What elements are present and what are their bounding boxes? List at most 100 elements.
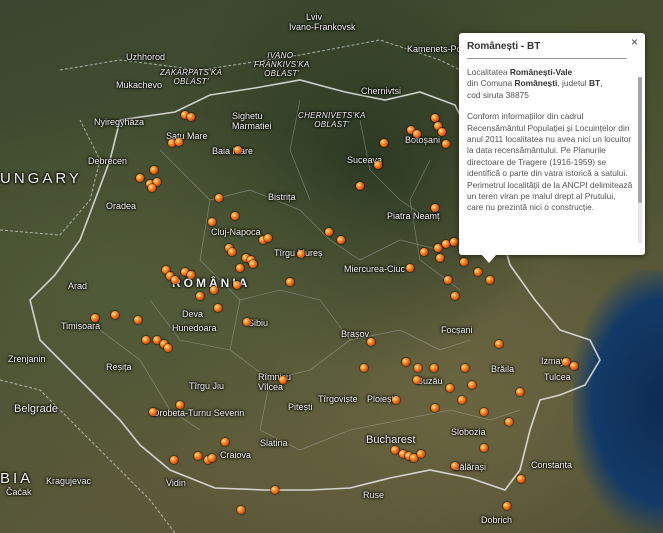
map-marker[interactable] [237,506,245,514]
map-marker[interactable] [420,248,428,256]
map-marker[interactable] [134,316,142,324]
map-marker[interactable] [297,250,305,258]
label-nyiregyhaza: Nyiregyháza [94,117,145,127]
map-marker[interactable] [444,276,452,284]
map-marker[interactable] [495,340,503,348]
map-marker[interactable] [392,396,400,404]
map-marker[interactable] [286,278,294,286]
map-marker[interactable] [431,404,439,412]
map-marker[interactable] [236,264,244,272]
map-marker[interactable] [111,311,119,319]
map-marker[interactable] [503,502,511,510]
map-marker[interactable] [480,408,488,416]
popup-siruta: cod siruta 38875 [467,89,529,100]
map-marker[interactable] [461,364,469,372]
map-marker[interactable] [380,139,388,147]
map-marker[interactable] [325,228,333,236]
map-marker[interactable] [360,364,368,372]
map-marker[interactable] [91,314,99,322]
map-marker[interactable] [228,248,236,256]
map-marker[interactable] [194,452,202,460]
map-marker[interactable] [150,166,158,174]
map-marker[interactable] [431,204,439,212]
map-marker[interactable] [505,418,513,426]
map-marker[interactable] [176,401,184,409]
map-marker[interactable] [279,376,287,384]
map-marker[interactable] [170,456,178,464]
map-marker[interactable] [430,364,438,372]
map-marker[interactable] [442,140,450,148]
map-marker[interactable] [434,244,442,252]
map-marker[interactable] [337,236,345,244]
label-belgrade: Belgrade [14,403,59,415]
map-marker[interactable] [243,318,251,326]
map-marker[interactable] [402,358,410,366]
map-marker[interactable] [233,281,241,289]
map-marker[interactable] [436,254,444,262]
map-marker[interactable] [438,128,446,136]
map-marker[interactable] [570,362,578,370]
map-marker[interactable] [406,264,414,272]
map-marker[interactable] [148,184,156,192]
map-marker[interactable] [208,454,216,462]
label-oradea: Oradea [106,201,137,211]
label-chernivtsi: Chernivtsi [361,86,402,96]
map-marker[interactable] [187,113,195,121]
map-marker[interactable] [234,146,242,154]
map-marker[interactable] [142,336,150,344]
map-marker[interactable] [187,271,195,279]
label-ruse: Ruse [363,490,385,500]
label-braila: Brăila [491,364,515,374]
label-deva: Deva [182,309,204,319]
map-marker[interactable] [458,396,466,404]
map-marker[interactable] [486,276,494,284]
map-marker[interactable] [367,338,375,346]
label-uzhhorod: Uzhhorod [126,52,166,62]
map-marker[interactable] [196,292,204,300]
map-marker[interactable] [468,381,476,389]
map-marker[interactable] [474,268,482,276]
map-marker[interactable] [413,130,421,138]
map-marker[interactable] [149,408,157,416]
map-marker[interactable] [414,364,422,372]
map-marker[interactable] [450,238,458,246]
map-marker[interactable] [231,212,239,220]
label-timisoara: Timișoara [61,321,101,331]
map-marker[interactable] [271,486,279,494]
satellite-map[interactable]: Lviv Ivano-Frankovsk Uzhhorod ZAKARPATS'… [0,0,663,533]
map-marker[interactable] [221,438,229,446]
map-marker[interactable] [391,446,399,454]
map-marker[interactable] [431,114,439,122]
map-marker[interactable] [208,218,216,226]
map-marker[interactable] [562,358,570,366]
map-marker[interactable] [136,174,144,182]
map-marker[interactable] [451,462,459,470]
map-marker[interactable] [249,260,257,268]
map-marker[interactable] [446,384,454,392]
label-kragujevac: Kragujevac [46,476,92,486]
popup-scrollbar-thumb[interactable] [638,77,642,203]
map-marker[interactable] [517,475,525,483]
label-pitesti: Pitești [288,402,313,412]
map-marker[interactable] [210,286,218,294]
label-drobeta: Drobeta-Turnu Severin [153,408,245,418]
map-marker[interactable] [480,444,488,452]
label-craiova: Craiova [220,450,252,460]
map-marker[interactable] [264,234,272,242]
map-marker[interactable] [164,344,172,352]
map-marker[interactable] [374,161,382,169]
popup-location: Localitatea Românești-Vale din Comuna Ro… [467,67,603,100]
map-marker[interactable] [413,376,421,384]
map-marker[interactable] [417,450,425,458]
map-marker[interactable] [442,240,450,248]
map-marker[interactable] [460,258,468,266]
map-marker[interactable] [516,388,524,396]
map-marker[interactable] [356,182,364,190]
map-marker[interactable] [171,276,179,284]
close-icon[interactable]: × [631,35,638,49]
map-marker[interactable] [175,138,183,146]
map-marker[interactable] [215,194,223,202]
popup-locality: Românești-Vale [509,67,573,77]
map-marker[interactable] [451,292,459,300]
map-marker[interactable] [214,304,222,312]
